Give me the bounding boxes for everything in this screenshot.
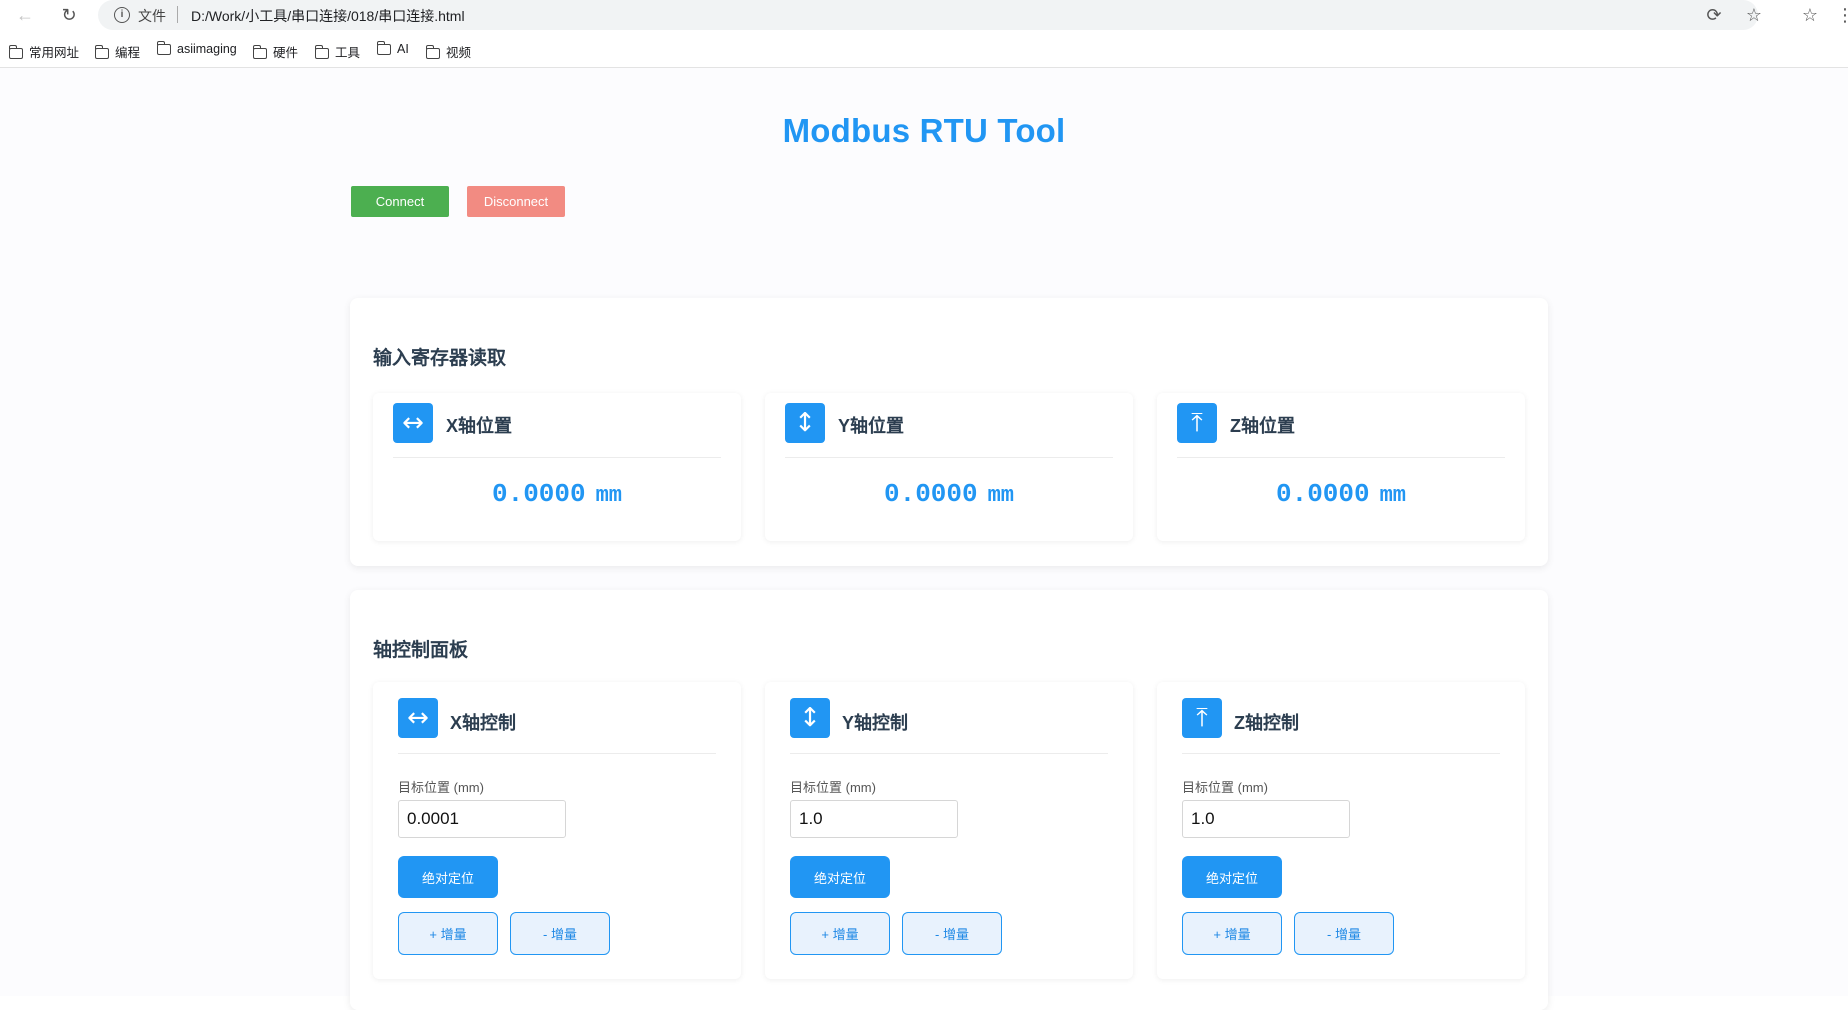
target-position-label: 目标位置 (mm) <box>1182 780 1268 795</box>
axis-name: Z轴位置 <box>1230 416 1295 436</box>
folder-icon <box>8 45 23 59</box>
axis-name: Y轴位置 <box>838 416 905 436</box>
bookmark-folder[interactable]: 工具 <box>314 42 360 60</box>
folder-icon <box>314 45 329 59</box>
divider <box>785 457 1113 458</box>
z-absolute-move-button[interactable]: 绝对定位 <box>1182 856 1282 898</box>
x-increment-plus-button[interactable]: + 增量 <box>398 912 498 955</box>
divider <box>393 457 721 458</box>
y-position-panel: ↕ Y轴位置 0.0000 mm <box>765 393 1133 541</box>
divider <box>398 753 716 754</box>
info-icon[interactable]: i <box>114 7 130 23</box>
star-icon[interactable]: ☆ <box>1743 4 1765 26</box>
vertical-arrows-icon: ↕ <box>790 698 830 738</box>
translate-icon[interactable]: ⟳ <box>1703 4 1725 26</box>
z-control-panel: ⤒ Z轴控制 目标位置 (mm) 绝对定位 + 增量 - 增量 <box>1157 682 1525 979</box>
z-increment-plus-button[interactable]: + 增量 <box>1182 912 1282 955</box>
vertical-arrows-icon: ↕ <box>785 403 825 443</box>
address-scheme: 文件 <box>138 8 166 24</box>
axis-name: X轴控制 <box>450 713 517 733</box>
favorites-icon[interactable]: ☆ <box>1799 4 1821 26</box>
divider <box>1177 457 1505 458</box>
folder-icon <box>376 41 391 55</box>
horizontal-arrows-icon: ↔ <box>398 698 438 738</box>
divider <box>790 753 1108 754</box>
section-title: 轴控制面板 <box>373 640 469 661</box>
register-read-card: 输入寄存器读取 ↔ X轴位置 0.0000 mm ↕ Y轴位置 0.0000 mm … <box>350 298 1548 566</box>
x-position-panel: ↔ X轴位置 0.0000 mm <box>373 393 741 541</box>
bookmark-folder[interactable]: 编程 <box>94 42 140 60</box>
axis-control-card: 轴控制面板 ↔ X轴控制 目标位置 (mm) 绝对定位 + 增量 - 增量 ↕ … <box>350 590 1548 1010</box>
horizontal-arrows-icon: ↔ <box>393 403 433 443</box>
back-arrow-icon[interactable]: ← <box>14 4 36 26</box>
z-increment-minus-button[interactable]: - 增量 <box>1294 912 1394 955</box>
y-position-value: 0.0000 mm <box>883 479 1015 509</box>
address-url[interactable]: D:/Work/小工具/串口连接/018/串口连接.html <box>191 6 465 26</box>
folder-icon <box>94 45 109 59</box>
page-title: Modbus RTU Tool <box>782 112 1066 149</box>
folder-icon <box>425 45 440 59</box>
connect-button[interactable]: Connect <box>351 186 449 217</box>
x-position-value: 0.0000 mm <box>491 479 623 509</box>
section-title: 输入寄存器读取 <box>373 348 507 369</box>
y-target-input[interactable] <box>790 800 958 838</box>
bookmark-folder[interactable]: 常用网址 <box>8 42 79 60</box>
y-increment-plus-button[interactable]: + 增量 <box>790 912 890 955</box>
bookmark-folder[interactable]: AI <box>376 41 409 58</box>
folder-icon <box>252 45 267 59</box>
x-target-input[interactable] <box>398 800 566 838</box>
y-control-panel: ↕ Y轴控制 目标位置 (mm) 绝对定位 + 增量 - 增量 <box>765 682 1133 979</box>
more-icon[interactable]: ⋮ <box>1836 4 1848 26</box>
y-increment-minus-button[interactable]: - 增量 <box>902 912 1002 955</box>
x-control-panel: ↔ X轴控制 目标位置 (mm) 绝对定位 + 增量 - 增量 <box>373 682 741 979</box>
folder-icon <box>156 41 171 55</box>
z-position-panel: ⤒ Z轴位置 0.0000 mm <box>1157 393 1525 541</box>
y-absolute-move-button[interactable]: 绝对定位 <box>790 856 890 898</box>
z-target-input[interactable] <box>1182 800 1350 838</box>
target-position-label: 目标位置 (mm) <box>398 780 484 795</box>
disconnect-button[interactable]: Disconnect <box>467 186 565 217</box>
bookmark-folder[interactable]: 视频 <box>425 42 471 60</box>
up-arrow-bar-icon: ⤒ <box>1177 403 1217 443</box>
address-bar[interactable]: i 文件 D:/Work/小工具/串口连接/018/串口连接.html ⟳ ☆ <box>98 0 1762 30</box>
axis-name: Z轴控制 <box>1234 713 1299 733</box>
bookmark-folder[interactable]: asiimaging <box>156 41 237 58</box>
bookmark-folder[interactable]: 硬件 <box>252 42 298 60</box>
z-position-value: 0.0000 mm <box>1275 479 1407 509</box>
address-separator <box>177 6 178 23</box>
x-absolute-move-button[interactable]: 绝对定位 <box>398 856 498 898</box>
up-arrow-bar-icon: ⤒ <box>1182 698 1222 738</box>
axis-name: X轴位置 <box>446 416 513 436</box>
x-increment-minus-button[interactable]: - 增量 <box>510 912 610 955</box>
divider <box>1182 753 1500 754</box>
browser-toolbar: ← ↻ i 文件 D:/Work/小工具/串口连接/018/串口连接.html … <box>0 0 1848 30</box>
axis-name: Y轴控制 <box>842 713 909 733</box>
reload-icon[interactable]: ↻ <box>58 4 80 26</box>
target-position-label: 目标位置 (mm) <box>790 780 876 795</box>
bookmarks-bar: 常用网址 编程 asiimaging 硬件 工具 AI 视频 <box>0 36 1848 64</box>
